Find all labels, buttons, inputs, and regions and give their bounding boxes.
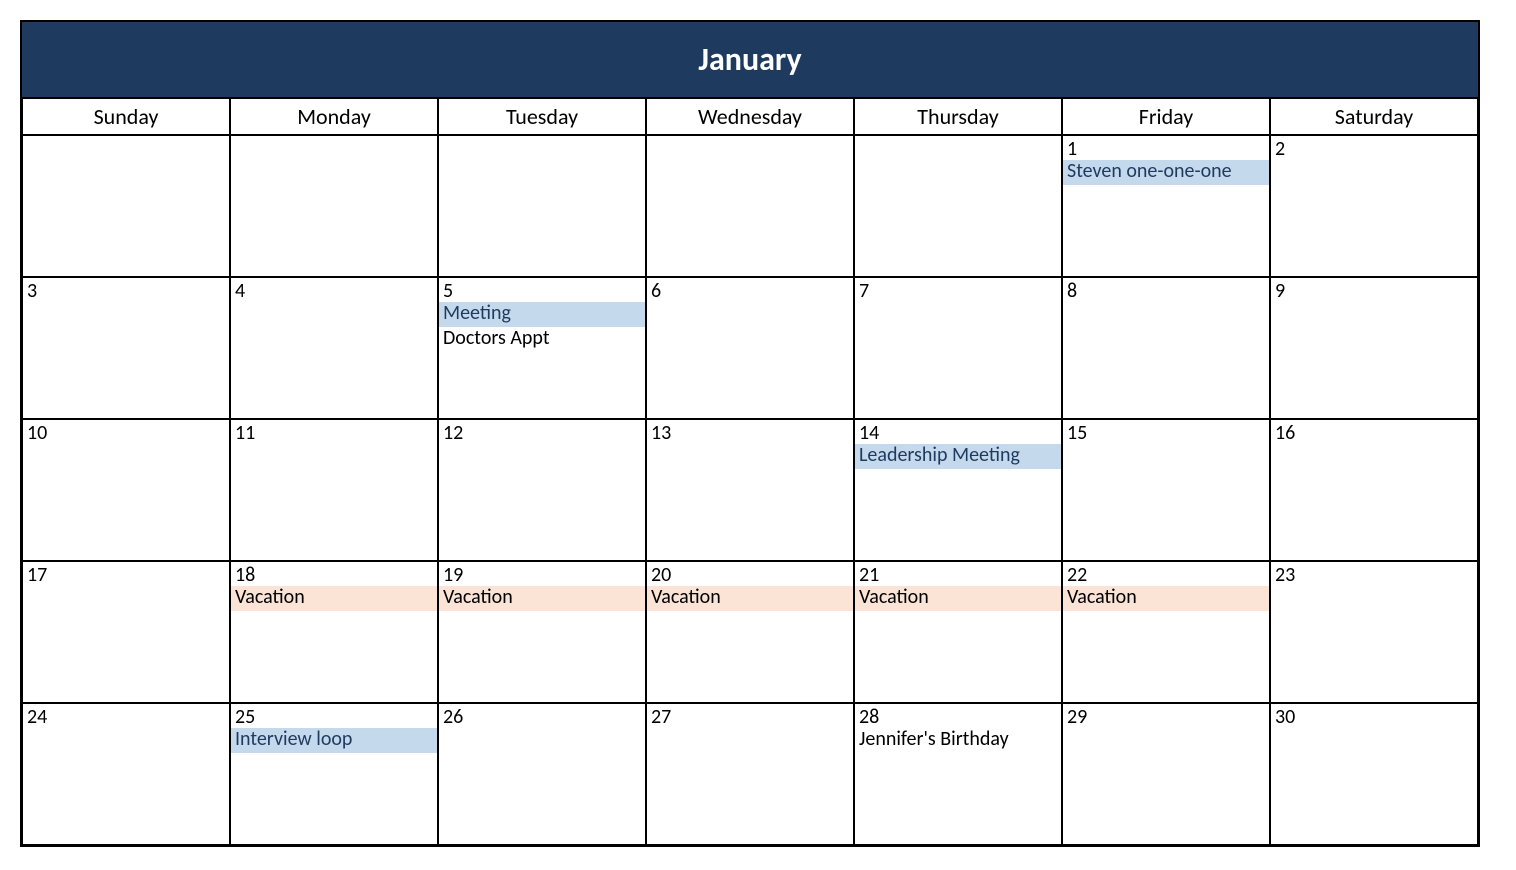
month-title: January [22,22,1478,97]
day-cell[interactable]: 12 [438,419,646,561]
day-number [231,136,437,138]
day-cell[interactable]: 19 Vacation [438,561,646,703]
weekday-row: Sunday Monday Tuesday Wednesday Thursday… [22,97,1478,135]
week-row: 17 18 Vacation 19 Vacation 20 Vacation 2… [22,561,1478,703]
day-number [23,136,229,138]
day-cell[interactable]: 14 Leadership Meeting [854,419,1062,561]
day-cell[interactable]: 4 [230,277,438,419]
calendar-event[interactable]: Vacation [231,586,437,611]
day-number: 5 [439,278,645,302]
day-cell[interactable]: 15 [1062,419,1270,561]
calendar: January Sunday Monday Tuesday Wednesday … [20,20,1480,847]
day-cell[interactable]: 30 [1270,703,1478,845]
day-cell[interactable]: 23 [1270,561,1478,703]
day-number: 8 [1063,278,1269,302]
day-cell[interactable]: 29 [1062,703,1270,845]
day-cell[interactable]: 16 [1270,419,1478,561]
day-cell[interactable]: 25 Interview loop [230,703,438,845]
day-number: 14 [855,420,1061,444]
day-cell[interactable]: 5 Meeting Doctors Appt [438,277,646,419]
calendar-event[interactable]: Jennifer's Birthday [855,728,1061,753]
day-number [647,136,853,138]
day-cell[interactable]: 2 [1270,135,1478,277]
day-cell[interactable]: 22 Vacation [1062,561,1270,703]
day-cell[interactable]: 27 [646,703,854,845]
day-number: 22 [1063,562,1269,586]
day-cell[interactable]: 7 [854,277,1062,419]
day-cell[interactable]: 17 [22,561,230,703]
day-number: 29 [1063,704,1269,728]
day-number: 17 [23,562,229,586]
calendar-event[interactable]: Vacation [439,586,645,611]
day-cell[interactable]: 9 [1270,277,1478,419]
day-cell[interactable]: 24 [22,703,230,845]
day-number: 16 [1271,420,1477,444]
day-number: 6 [647,278,853,302]
day-number: 1 [1063,136,1269,160]
day-number: 12 [439,420,645,444]
day-number: 4 [231,278,437,302]
day-cell[interactable] [854,135,1062,277]
weekday-saturday: Saturday [1270,97,1478,135]
day-number: 30 [1271,704,1477,728]
day-cell[interactable]: 11 [230,419,438,561]
day-cell[interactable] [646,135,854,277]
calendar-event[interactable]: Doctors Appt [439,327,645,352]
day-number: 2 [1271,136,1477,160]
weekday-sunday: Sunday [22,97,230,135]
calendar-event[interactable]: Vacation [1063,586,1269,611]
day-cell[interactable] [438,135,646,277]
day-number: 15 [1063,420,1269,444]
calendar-event[interactable]: Interview loop [231,728,437,753]
day-number: 21 [855,562,1061,586]
day-number: 24 [23,704,229,728]
day-number: 7 [855,278,1061,302]
day-cell[interactable]: 21 Vacation [854,561,1062,703]
day-cell[interactable]: 13 [646,419,854,561]
day-cell[interactable]: 26 [438,703,646,845]
day-number: 9 [1271,278,1477,302]
week-row: 1 Steven one-one-one 2 [22,135,1478,277]
day-number: 28 [855,704,1061,728]
weekday-monday: Monday [230,97,438,135]
day-cell[interactable]: 1 Steven one-one-one [1062,135,1270,277]
day-cell[interactable]: 8 [1062,277,1270,419]
calendar-event[interactable]: Vacation [647,586,853,611]
day-number [855,136,1061,138]
calendar-event[interactable]: Meeting [439,302,645,327]
weeks-container: 1 Steven one-one-one 2 3 4 5 Meeting Doc… [22,135,1478,845]
week-row: 24 25 Interview loop 26 27 28 Jennifer's… [22,703,1478,845]
day-cell[interactable]: 20 Vacation [646,561,854,703]
day-number: 18 [231,562,437,586]
day-number: 20 [647,562,853,586]
day-number: 25 [231,704,437,728]
weekday-tuesday: Tuesday [438,97,646,135]
calendar-event[interactable]: Vacation [855,586,1061,611]
weekday-wednesday: Wednesday [646,97,854,135]
day-cell[interactable]: 28 Jennifer's Birthday [854,703,1062,845]
calendar-event[interactable]: Steven one-one-one [1063,160,1269,185]
day-number: 11 [231,420,437,444]
day-number: 19 [439,562,645,586]
day-number: 23 [1271,562,1477,586]
day-cell[interactable]: 18 Vacation [230,561,438,703]
weekday-thursday: Thursday [854,97,1062,135]
day-number: 27 [647,704,853,728]
day-number: 26 [439,704,645,728]
weekday-friday: Friday [1062,97,1270,135]
day-cell[interactable]: 6 [646,277,854,419]
day-cell[interactable]: 10 [22,419,230,561]
day-number: 10 [23,420,229,444]
day-cell[interactable] [22,135,230,277]
week-row: 10 11 12 13 14 Leadership Meeting 15 16 [22,419,1478,561]
calendar-event[interactable]: Leadership Meeting [855,444,1061,469]
week-row: 3 4 5 Meeting Doctors Appt 6 7 8 9 [22,277,1478,419]
day-cell[interactable] [230,135,438,277]
day-number [439,136,645,138]
day-cell[interactable]: 3 [22,277,230,419]
day-number: 13 [647,420,853,444]
day-number: 3 [23,278,229,302]
